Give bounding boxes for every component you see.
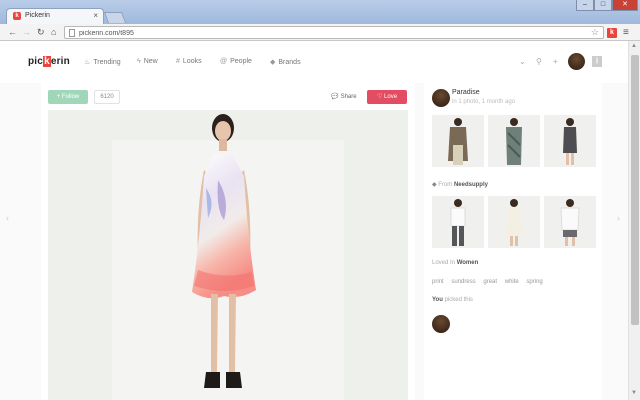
logo-text-right: erin (50, 56, 70, 67)
user-avatar[interactable] (568, 53, 585, 70)
thumbnail-image (432, 115, 484, 167)
your-avatar[interactable] (432, 315, 450, 333)
brand-thumbnail[interactable] (544, 196, 596, 248)
tag-list: print sundress great white spring (432, 279, 549, 285)
hash-icon: # (176, 58, 180, 65)
poster-subtitle: in 1 photo, 1 month ago (452, 99, 516, 105)
address-bar[interactable]: ☆ (64, 26, 604, 39)
scroll-up-icon[interactable]: ▲ (631, 43, 637, 49)
nav-looks[interactable]: # Looks (176, 58, 202, 65)
nav-label: New (143, 58, 158, 65)
related-thumbnail[interactable] (432, 115, 484, 167)
browser-titlebar: k Pickerin × – □ ✕ (0, 0, 640, 24)
pickerin-extension-icon[interactable]: k (607, 28, 617, 38)
related-thumbnail[interactable] (488, 115, 540, 167)
page-viewport: pickerin ♨ Trending ϟ New # Looks @ People ◆… (0, 41, 640, 400)
tag-item[interactable]: print (432, 279, 444, 285)
related-thumbnail[interactable] (544, 115, 596, 167)
chevron-down-icon[interactable]: ⌄ (519, 57, 526, 66)
previous-arrow-icon[interactable]: ‹ (6, 213, 9, 223)
nav-people[interactable]: @ People (220, 58, 252, 65)
follow-label: Follow (61, 94, 80, 100)
brand-thumbnail[interactable] (488, 196, 540, 248)
follower-count: 6120 (94, 90, 120, 104)
nav-label: Trending (93, 59, 121, 66)
tag-item[interactable]: sundress (451, 279, 475, 285)
poster-name[interactable]: Paradise (452, 89, 480, 96)
poster-avatar[interactable] (432, 89, 450, 107)
site-logo[interactable]: pickerin (28, 56, 70, 67)
browser-toolbar: ← → ↻ ⌂ ☆ k ≡ (0, 24, 640, 41)
thumbnail-image (544, 115, 596, 167)
scrollbar-thumb[interactable] (631, 55, 639, 325)
share-label: Share (340, 94, 357, 100)
page-scrollbar[interactable]: ▲ ▼ (628, 41, 640, 400)
share-button[interactable]: 💬 Share (327, 90, 361, 104)
nav-label: Brands (278, 59, 301, 66)
follow-button[interactable]: + Follow (48, 90, 88, 104)
browser-tab[interactable]: k Pickerin × (6, 8, 104, 24)
you-label: You (432, 297, 443, 303)
category-name: Women (456, 260, 479, 266)
logo-k: k (43, 56, 51, 67)
nav-new[interactable]: ϟ New (137, 58, 158, 65)
nav-label: Looks (182, 58, 202, 65)
nav-trending[interactable]: ♨ Trending (84, 58, 121, 66)
logo-text-left: pic (28, 56, 44, 67)
thumbnail-image (488, 196, 540, 248)
next-arrow-icon[interactable]: › (617, 213, 620, 223)
page-icon (69, 29, 75, 37)
sidebar-panel: Paradise in 1 photo, 1 month ago ◆ From … (424, 83, 602, 400)
tab-title: Pickerin (25, 12, 50, 19)
tab-close-icon[interactable]: × (93, 11, 98, 20)
model-figure (192, 114, 256, 388)
from-prefix: From (438, 182, 453, 188)
from-brand-row[interactable]: ◆ From Needsupply (432, 181, 488, 188)
search-icon[interactable]: ⚲ (536, 57, 542, 66)
flame-icon: ♨ (84, 59, 91, 66)
post-photo[interactable] (48, 110, 408, 400)
new-tab-button[interactable] (103, 12, 127, 23)
bolt-icon: ϟ (137, 58, 141, 65)
add-icon[interactable]: + (553, 57, 558, 66)
nav-label: People (230, 58, 252, 65)
tag-item[interactable]: spring (526, 279, 542, 285)
pickerin-favicon-icon: k (13, 12, 21, 20)
speech-bubble-icon: 💬 (331, 94, 341, 100)
back-arrow-icon[interactable]: ← (8, 27, 17, 37)
bookmark-star-icon[interactable]: ☆ (591, 27, 599, 38)
nav-brands[interactable]: ◆ Brands (270, 58, 301, 66)
post-card: + Follow 6120 💬 Share ♡ Love (41, 83, 415, 400)
category-prefix: Loved In (432, 260, 456, 266)
reload-icon[interactable]: ↻ (37, 27, 45, 37)
tag-item[interactable]: white (505, 279, 519, 285)
tag-icon: ◆ (270, 59, 276, 66)
home-icon[interactable]: ⌂ (51, 27, 56, 37)
brand-thumbnail[interactable] (432, 196, 484, 248)
thumbnail-image (544, 196, 596, 248)
thumbnail-image (432, 196, 484, 248)
window-close-button[interactable]: ✕ (612, 0, 638, 11)
thumbnail-image (488, 115, 540, 167)
forward-arrow-icon[interactable]: → (22, 27, 31, 37)
site-header: pickerin ♨ Trending ϟ New # Looks @ People ◆… (0, 41, 628, 83)
category-row[interactable]: Loved In Women (432, 260, 478, 266)
you-picked-row: You picked this (432, 297, 473, 303)
at-icon: @ (220, 58, 228, 65)
from-brand: Needsupply (453, 182, 488, 188)
scroll-down-icon[interactable]: ▼ (631, 390, 637, 396)
you-suffix: picked this (444, 297, 473, 303)
love-button[interactable]: ♡ Love (367, 90, 407, 104)
tag-item[interactable]: great (483, 279, 497, 285)
love-label: Love (384, 94, 398, 100)
minimize-button[interactable]: – (576, 0, 594, 11)
heart-icon: ♡ (376, 94, 385, 100)
maximize-button[interactable]: □ (594, 0, 612, 11)
url-input[interactable] (79, 28, 579, 38)
header-badge[interactable]: || (592, 56, 602, 67)
browser-menu-icon[interactable]: ≡ (623, 27, 629, 38)
